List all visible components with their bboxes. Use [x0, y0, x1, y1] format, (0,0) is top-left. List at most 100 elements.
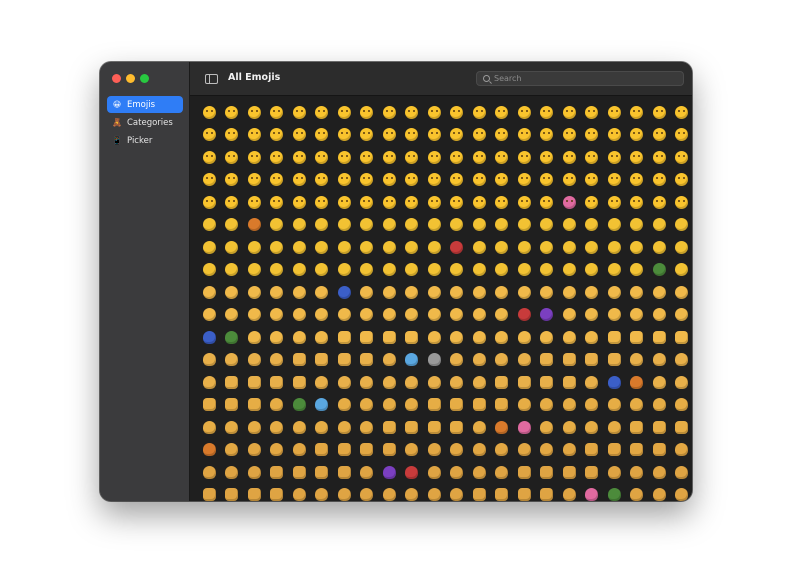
emoji-cell[interactable]	[603, 124, 626, 147]
emoji-cell[interactable]	[356, 439, 379, 462]
emoji-cell[interactable]	[311, 349, 334, 372]
emoji-cell[interactable]	[266, 484, 289, 501]
emoji-cell[interactable]	[648, 326, 671, 349]
emoji-cell[interactable]	[423, 191, 446, 214]
emoji-cell[interactable]	[558, 124, 581, 147]
emoji-cell[interactable]	[311, 394, 334, 417]
emoji-cell[interactable]	[581, 349, 604, 372]
emoji-cell[interactable]	[648, 259, 671, 282]
emoji-cell[interactable]	[603, 394, 626, 417]
emoji-cell[interactable]	[581, 304, 604, 327]
emoji-cell[interactable]	[671, 146, 693, 169]
emoji-cell[interactable]	[648, 394, 671, 417]
emoji-cell[interactable]	[243, 281, 266, 304]
emoji-cell[interactable]	[446, 101, 469, 124]
emoji-cell[interactable]	[198, 259, 221, 282]
emoji-cell[interactable]	[198, 349, 221, 372]
emoji-cell[interactable]	[243, 349, 266, 372]
emoji-cell[interactable]	[648, 169, 671, 192]
emoji-cell[interactable]	[513, 191, 536, 214]
emoji-cell[interactable]	[221, 191, 244, 214]
emoji-cell[interactable]	[198, 394, 221, 417]
emoji-cell[interactable]	[288, 281, 311, 304]
emoji-cell[interactable]	[446, 349, 469, 372]
emoji-cell[interactable]	[378, 461, 401, 484]
emoji-cell[interactable]	[468, 214, 491, 237]
emoji-cell[interactable]	[311, 416, 334, 439]
emoji-cell[interactable]	[603, 416, 626, 439]
emoji-cell[interactable]	[558, 146, 581, 169]
emoji-cell[interactable]	[468, 416, 491, 439]
emoji-cell[interactable]	[333, 191, 356, 214]
emoji-cell[interactable]	[423, 349, 446, 372]
emoji-cell[interactable]	[243, 101, 266, 124]
emoji-cell[interactable]	[626, 124, 649, 147]
emoji-cell[interactable]	[536, 304, 559, 327]
emoji-cell[interactable]	[378, 124, 401, 147]
emoji-cell[interactable]	[626, 169, 649, 192]
emoji-cell[interactable]	[378, 191, 401, 214]
emoji-cell[interactable]	[221, 146, 244, 169]
emoji-cell[interactable]	[401, 169, 424, 192]
emoji-cell[interactable]	[356, 259, 379, 282]
emoji-cell[interactable]	[558, 484, 581, 501]
emoji-cell[interactable]	[311, 236, 334, 259]
emoji-cell[interactable]	[266, 304, 289, 327]
emoji-cell[interactable]	[671, 484, 693, 501]
emoji-cell[interactable]	[446, 259, 469, 282]
emoji-cell[interactable]	[356, 371, 379, 394]
emoji-cell[interactable]	[378, 169, 401, 192]
emoji-cell[interactable]	[491, 371, 514, 394]
emoji-cell[interactable]	[333, 101, 356, 124]
emoji-cell[interactable]	[671, 214, 693, 237]
emoji-cell[interactable]	[558, 101, 581, 124]
emoji-cell[interactable]	[603, 439, 626, 462]
emoji-cell[interactable]	[558, 236, 581, 259]
emoji-cell[interactable]	[198, 484, 221, 501]
emoji-cell[interactable]	[423, 394, 446, 417]
emoji-cell[interactable]	[536, 416, 559, 439]
emoji-cell[interactable]	[288, 484, 311, 501]
emoji-cell[interactable]	[536, 461, 559, 484]
emoji-cell[interactable]	[378, 214, 401, 237]
emoji-cell[interactable]	[198, 281, 221, 304]
emoji-cell[interactable]	[468, 191, 491, 214]
emoji-cell[interactable]	[536, 439, 559, 462]
emoji-cell[interactable]	[446, 371, 469, 394]
emoji-cell[interactable]	[513, 371, 536, 394]
emoji-cell[interactable]	[468, 101, 491, 124]
emoji-cell[interactable]	[671, 169, 693, 192]
emoji-cell[interactable]	[581, 416, 604, 439]
emoji-cell[interactable]	[221, 281, 244, 304]
emoji-cell[interactable]	[243, 236, 266, 259]
emoji-cell[interactable]	[491, 304, 514, 327]
emoji-cell[interactable]	[468, 146, 491, 169]
emoji-cell[interactable]	[423, 439, 446, 462]
emoji-cell[interactable]	[468, 304, 491, 327]
emoji-cell[interactable]	[378, 101, 401, 124]
emoji-cell[interactable]	[446, 214, 469, 237]
emoji-cell[interactable]	[536, 326, 559, 349]
emoji-cell[interactable]	[648, 416, 671, 439]
emoji-cell[interactable]	[221, 439, 244, 462]
emoji-cell[interactable]	[266, 124, 289, 147]
emoji-cell[interactable]	[198, 326, 221, 349]
emoji-cell[interactable]	[266, 259, 289, 282]
emoji-cell[interactable]	[648, 371, 671, 394]
emoji-cell[interactable]	[356, 326, 379, 349]
emoji-cell[interactable]	[401, 259, 424, 282]
emoji-cell[interactable]	[221, 236, 244, 259]
emoji-cell[interactable]	[446, 191, 469, 214]
emoji-cell[interactable]	[401, 281, 424, 304]
emoji-cell[interactable]	[671, 349, 693, 372]
emoji-cell[interactable]	[356, 304, 379, 327]
close-button[interactable]	[112, 74, 121, 83]
emoji-cell[interactable]	[288, 304, 311, 327]
emoji-cell[interactable]	[603, 484, 626, 501]
emoji-cell[interactable]	[513, 461, 536, 484]
emoji-cell[interactable]	[356, 146, 379, 169]
emoji-cell[interactable]	[513, 416, 536, 439]
emoji-cell[interactable]	[378, 259, 401, 282]
emoji-cell[interactable]	[198, 439, 221, 462]
emoji-cell[interactable]	[626, 101, 649, 124]
